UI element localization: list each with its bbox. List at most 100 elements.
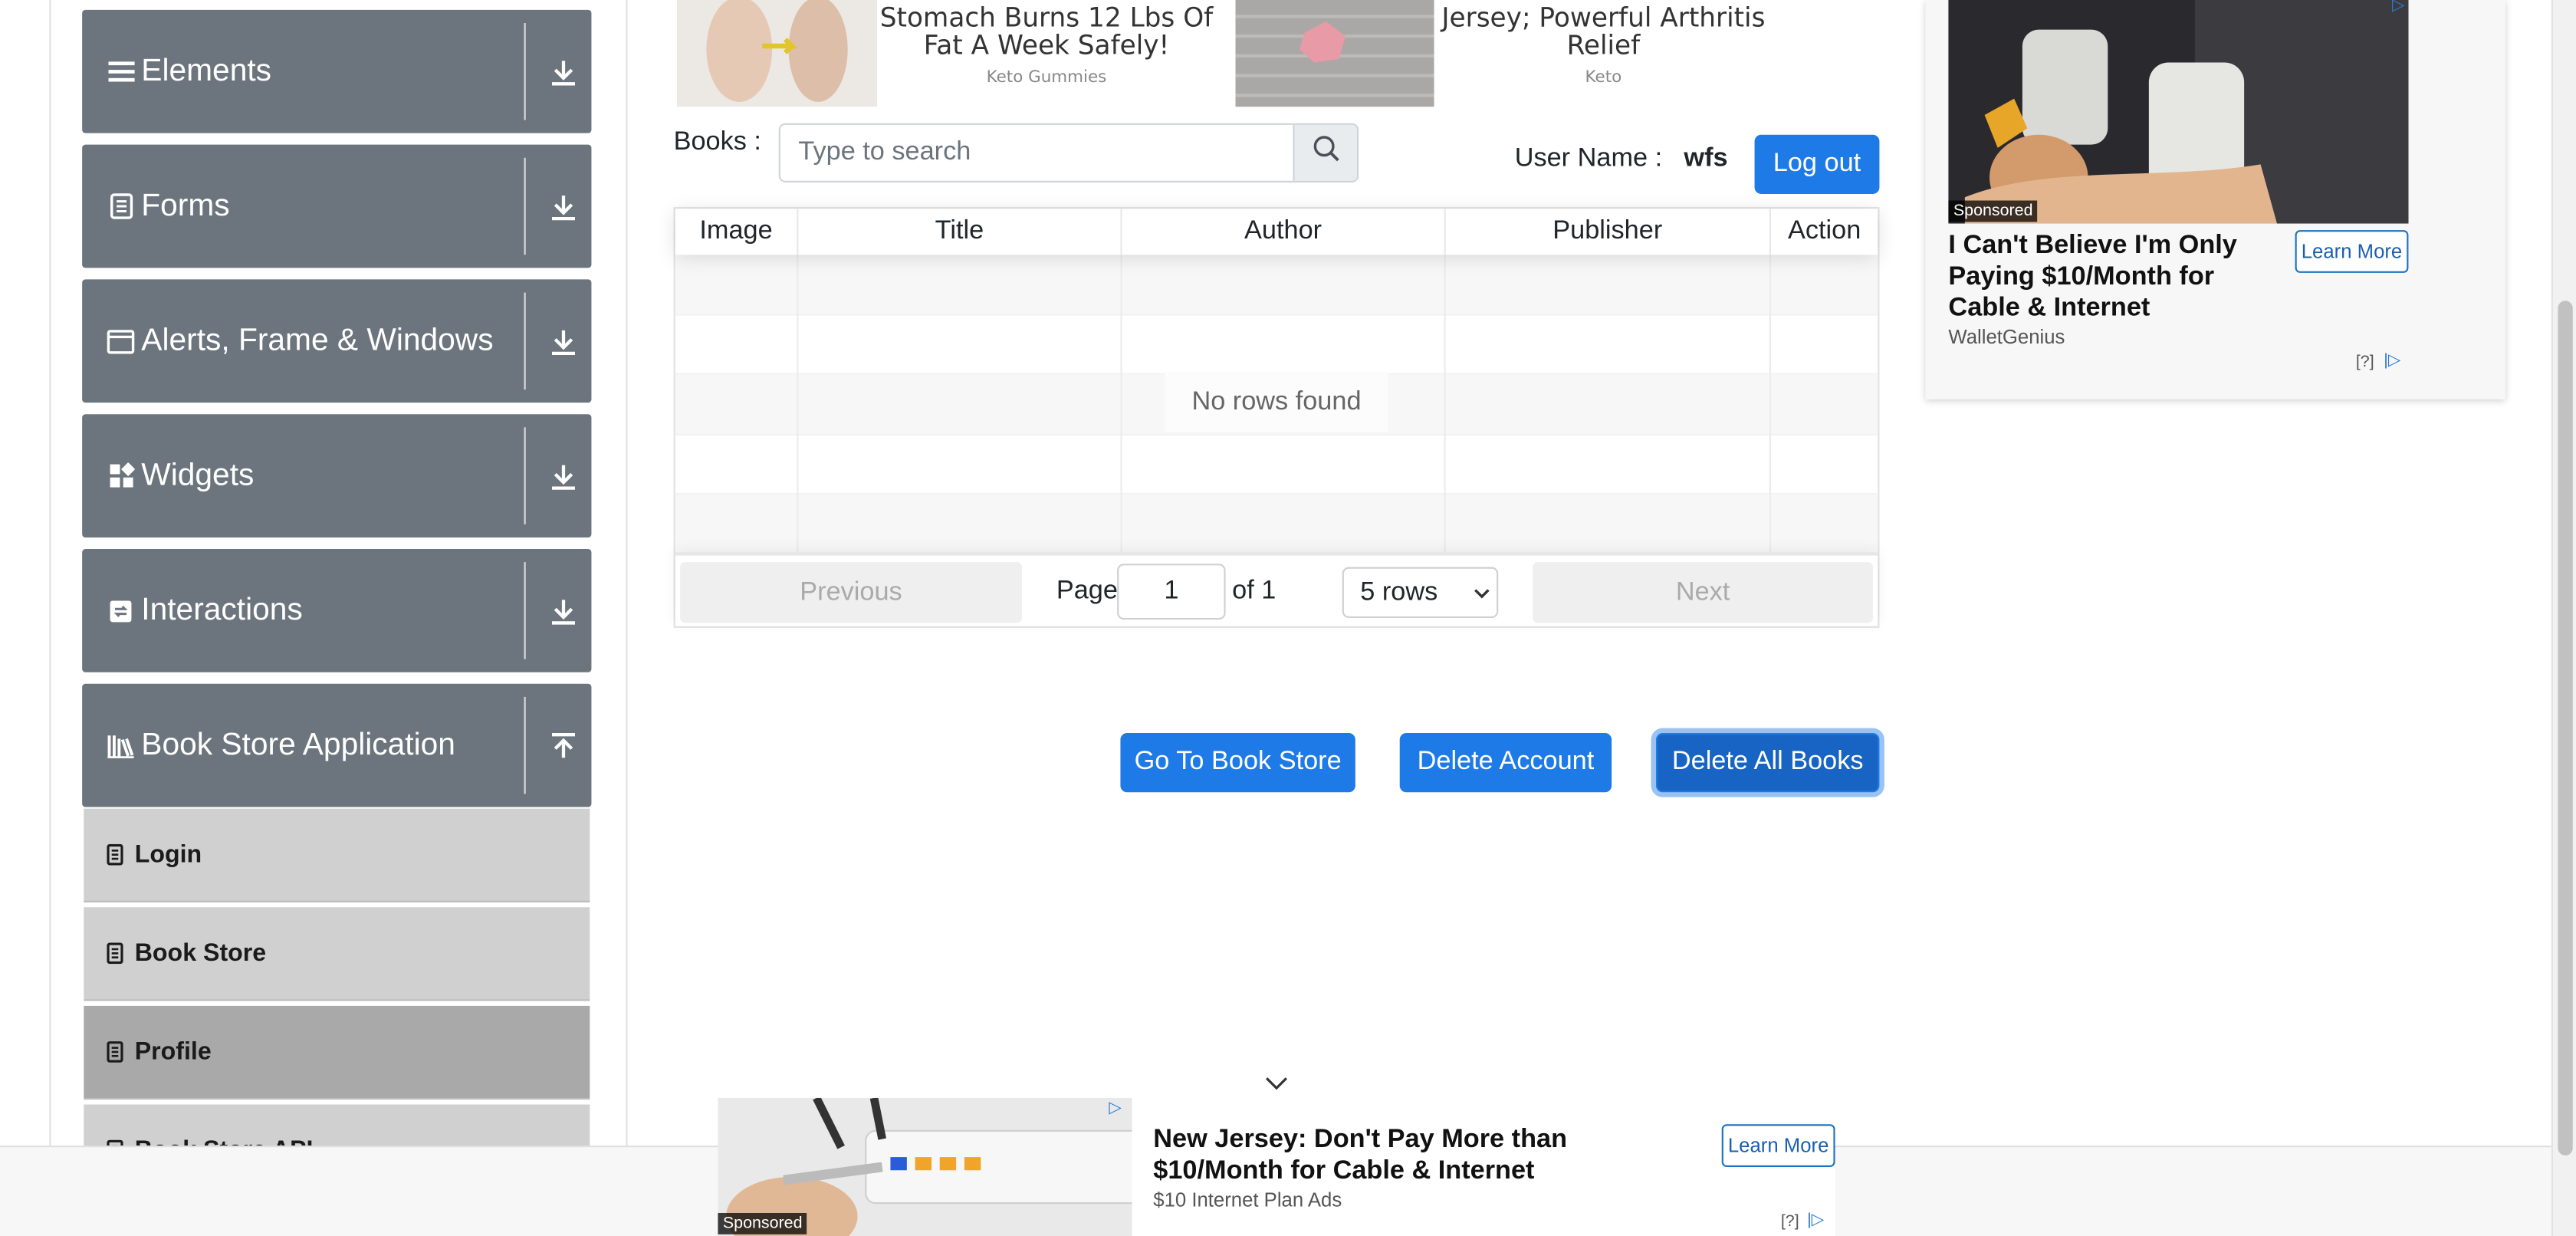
ad-image-keto[interactable]	[676, 0, 878, 107]
adchoices-icon[interactable]: ▷	[1109, 1100, 1122, 1118]
page-scrollbar[interactable]	[2551, 0, 2576, 1236]
search-button[interactable]	[1293, 124, 1357, 181]
table-row	[675, 495, 1878, 556]
page-label: Page	[1056, 577, 1118, 605]
sidebar-item-book-store[interactable]: Book Store	[84, 907, 590, 1001]
column-header-publisher[interactable]: Publisher	[1446, 209, 1771, 255]
search-input[interactable]	[780, 124, 1296, 181]
divider	[524, 562, 526, 659]
divider	[524, 23, 526, 120]
books-label: Books :	[673, 128, 761, 156]
sponsored-tag: Sponsored	[718, 1212, 807, 1234]
column-divider	[797, 255, 799, 553]
group-title: Elements	[141, 53, 272, 88]
table-header: Image Title Author Publisher Action	[675, 209, 1878, 255]
ad-info-link[interactable]: [?]	[2356, 353, 2374, 372]
divider	[524, 292, 526, 390]
logout-button[interactable]: Log out	[1754, 134, 1880, 194]
next-button[interactable]: Next	[1533, 562, 1873, 623]
ad-brand: $10 Internet Plan Ads	[1153, 1188, 1342, 1211]
previous-button[interactable]: Previous	[680, 562, 1022, 623]
ad-image-pill[interactable]	[1235, 0, 1434, 107]
table-row	[675, 255, 1878, 315]
chevron-down-icon[interactable]	[1262, 1072, 1292, 1095]
download-icon[interactable]	[545, 54, 581, 90]
interactions-icon	[107, 597, 134, 624]
column-header-action[interactable]: Action	[1771, 209, 1878, 255]
delete-account-button[interactable]: Delete Account	[1399, 733, 1612, 793]
rows-per-page-value: 5 rows	[1360, 578, 1438, 606]
download-icon[interactable]	[545, 593, 581, 629]
right-ad[interactable]: Sponsored ▷ I Can't Believe I'm Only Pay…	[1925, 0, 2505, 399]
user-name-label: User Name :	[1514, 144, 1663, 173]
empty-table-message: No rows found	[1165, 371, 1388, 432]
adchoices-icon[interactable]: |▷	[2384, 352, 2400, 370]
group-title: Interactions	[141, 592, 303, 627]
page-viewport: Elements Forms Alerts, Frame & Windows W…	[0, 0, 2576, 1236]
chevron-down-icon	[1470, 575, 1493, 611]
go-to-book-store-button[interactable]: Go To Book Store	[1120, 733, 1355, 793]
form-icon	[107, 192, 134, 220]
column-header-image[interactable]: Image	[675, 209, 799, 255]
download-icon[interactable]	[545, 458, 581, 494]
sidebar-group-interactions[interactable]: Interactions	[82, 548, 592, 672]
page-number-input[interactable]: 1	[1117, 564, 1226, 620]
column-header-author[interactable]: Author	[1122, 209, 1446, 255]
divider	[524, 427, 526, 524]
sidebar-group-widgets[interactable]: Widgets	[82, 414, 592, 537]
divider	[524, 696, 526, 794]
sidebar-item-label: Login	[134, 840, 202, 869]
sidebar-group-elements[interactable]: Elements	[82, 9, 592, 133]
books-table: Image Title Author Publisher Action No r…	[673, 207, 1880, 628]
upload-icon[interactable]	[545, 728, 581, 764]
document-icon	[107, 843, 123, 866]
ad-brand: WalletGenius	[1948, 325, 2065, 349]
bottom-ad[interactable]: Sponsored ▷ New Jersey: Don't Pay More t…	[718, 1097, 1835, 1236]
sidebar-group-forms[interactable]: Forms	[82, 144, 592, 268]
books-icon	[107, 731, 134, 759]
document-icon	[107, 1041, 123, 1063]
table-row	[675, 315, 1878, 376]
sidebar-item-label: Profile	[134, 1037, 212, 1067]
ad-headline: Stomach Burns 12 Lbs Of Fat A Week Safel…	[879, 2, 1214, 61]
ad-headline: Jersey; Powerful Arthritis Relief	[1441, 2, 1766, 61]
learn-more-button[interactable]: Learn More	[1721, 1124, 1835, 1167]
table-row	[675, 436, 1878, 496]
group-title: Book Store Application	[141, 727, 455, 762]
table-pagination: Previous Page 1 of 1 5 rows Next	[675, 552, 1878, 626]
column-divider	[1120, 255, 1122, 553]
widgets-icon	[107, 462, 134, 489]
document-icon	[107, 942, 123, 965]
group-title: Forms	[141, 188, 230, 223]
sidebar-item-login[interactable]: Login	[84, 808, 590, 902]
download-icon[interactable]	[545, 323, 581, 359]
rows-per-page-select[interactable]: 5 rows	[1342, 567, 1499, 618]
learn-more-button[interactable]: Learn More	[2295, 230, 2409, 273]
adchoices-icon[interactable]: ▷	[2392, 0, 2405, 15]
adchoices-icon[interactable]: |▷	[1807, 1211, 1824, 1230]
scrollbar-thumb[interactable]	[2558, 301, 2573, 1155]
window-icon	[107, 327, 135, 355]
sidebar-item-profile[interactable]: Profile	[84, 1005, 590, 1100]
user-name-value: wfs	[1684, 144, 1728, 173]
delete-all-books-button[interactable]: Delete All Books	[1656, 733, 1880, 793]
download-icon[interactable]	[545, 188, 581, 224]
sidebar-group-book-store-application[interactable]: Book Store Application	[82, 683, 592, 807]
sidebar-group-alerts-frame-windows[interactable]: Alerts, Frame & Windows	[82, 279, 592, 403]
ad-headline[interactable]: I Can't Believe I'm Only Paying $10/Mont…	[1948, 230, 2285, 324]
divider	[524, 157, 526, 255]
sidebar-item-label: Book Store	[134, 939, 267, 968]
search-box	[778, 123, 1359, 182]
hamburger-icon	[107, 58, 134, 85]
column-header-title[interactable]: Title	[798, 209, 1122, 255]
ad-headline[interactable]: New Jersey: Don't Pay More than $10/Mont…	[1153, 1124, 1695, 1186]
ad-source: Keto	[1585, 69, 1622, 87]
ad-source: Keto Gummies	[986, 69, 1107, 87]
search-icon	[1312, 135, 1339, 171]
column-divider	[1769, 255, 1771, 553]
sponsored-tag: Sponsored	[1948, 200, 2038, 222]
total-pages: of 1	[1232, 577, 1276, 605]
ad-text-arthritis[interactable]: Jersey; Powerful Arthritis Relief Keto	[1434, 0, 1773, 87]
ad-text-keto[interactable]: Stomach Burns 12 Lbs Of Fat A Week Safel…	[877, 0, 1215, 87]
ad-info-link[interactable]: [?]	[1781, 1213, 1799, 1231]
